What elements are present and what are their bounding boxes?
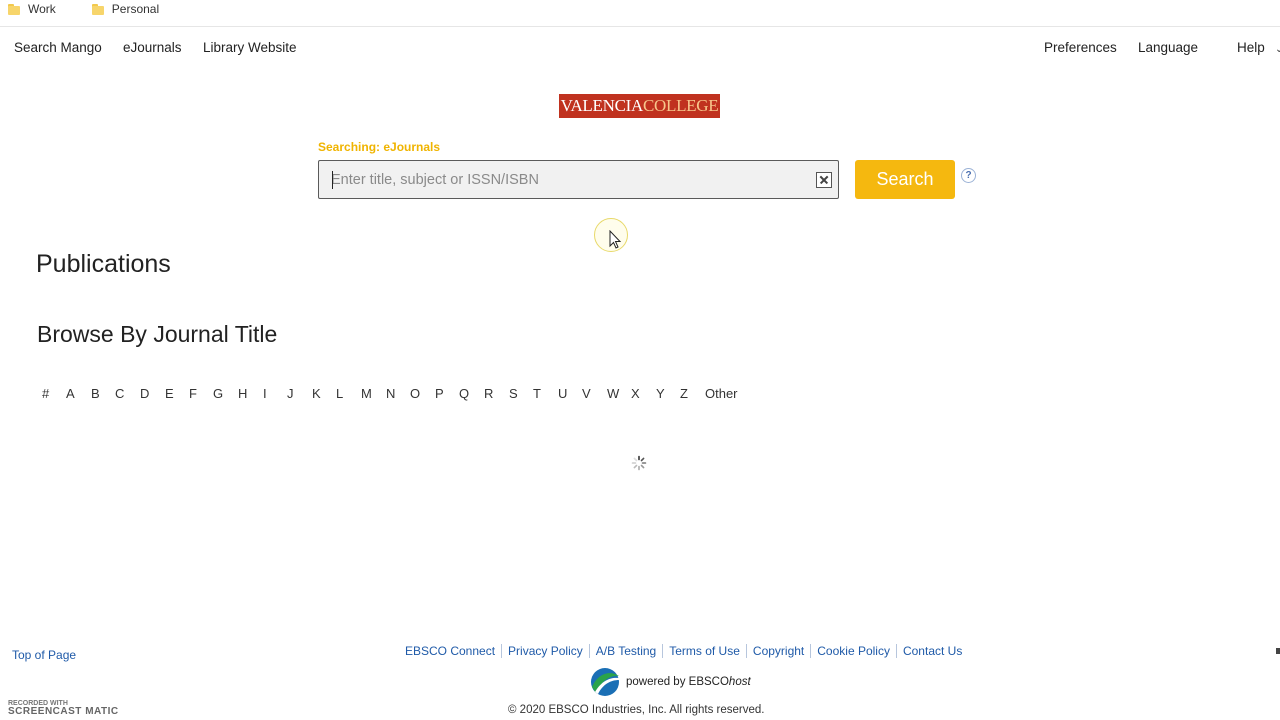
text-caret <box>332 171 333 189</box>
top-nav: Search Mango eJournals Library Website P… <box>0 40 1280 62</box>
powered-by-label: powered by EBSCO <box>626 676 729 688</box>
browse-letter[interactable]: P <box>435 386 444 401</box>
help-icon[interactable]: ? <box>961 168 976 183</box>
browse-letter[interactable]: R <box>484 386 493 401</box>
footer-link-copyright[interactable]: Copyright <box>745 644 810 658</box>
clear-icon[interactable] <box>816 172 832 188</box>
browse-letter[interactable]: U <box>558 386 567 401</box>
browse-letter[interactable]: I <box>263 386 267 401</box>
browse-letter[interactable]: S <box>509 386 518 401</box>
scroll-edge-marker <box>1276 648 1280 654</box>
browse-letter[interactable]: F <box>189 386 197 401</box>
nav-preferences[interactable]: Preferences <box>1044 40 1117 55</box>
bookmark-label: Personal <box>111 2 160 16</box>
browse-letter[interactable]: N <box>386 386 395 401</box>
powered-by-host: host <box>728 676 751 688</box>
logo-text-valencia: VALENCIA <box>560 96 644 115</box>
bookmark-work[interactable]: Work <box>8 2 56 16</box>
top-of-page-link[interactable]: Top of Page <box>12 648 76 662</box>
nav-help[interactable]: Help <box>1237 40 1265 55</box>
footer-link-terms-of-use[interactable]: Terms of Use <box>662 644 746 658</box>
browse-letter[interactable]: O <box>410 386 420 401</box>
footer-link-ebsco-connect[interactable]: EBSCO Connect <box>399 644 501 658</box>
browse-letter[interactable]: B <box>91 386 100 401</box>
browse-letter[interactable]: V <box>582 386 591 401</box>
ebsco-logo-icon[interactable] <box>590 667 620 697</box>
folder-icon <box>91 3 104 15</box>
footer-link-ab-testing[interactable]: A/B Testing <box>588 644 662 658</box>
spinner-icon <box>631 455 647 471</box>
search-box <box>318 160 839 199</box>
browse-letter[interactable]: Y <box>656 386 665 401</box>
footer-link-contact-us[interactable]: Contact Us <box>895 644 968 658</box>
screencast-watermark: RECORDED WITH SCREENCAST MATIC <box>8 700 119 717</box>
watermark-line: SCREENCAST <box>8 706 82 717</box>
logo-text-college: COLLEGE <box>642 96 719 115</box>
browse-letter[interactable]: L <box>336 386 343 401</box>
browse-letter[interactable]: H <box>238 386 247 401</box>
bookmark-label: Work <box>28 2 56 16</box>
bookmarks-bar: Work Personal <box>0 0 1280 18</box>
folder-icon <box>8 3 20 15</box>
browse-letter[interactable]: K <box>312 386 321 401</box>
alphabet-browse: # A B C D E F G H I J K L M N O P Q R S … <box>0 386 800 402</box>
browse-letter[interactable]: Q <box>459 386 469 401</box>
browse-letter[interactable]: # <box>42 386 49 401</box>
footer-links: EBSCO Connect Privacy Policy A/B Testing… <box>399 644 968 658</box>
nav-search-mango[interactable]: Search Mango <box>14 40 102 55</box>
nav-library-website[interactable]: Library Website <box>203 40 297 55</box>
page-title: Publications <box>36 250 171 278</box>
browse-letter[interactable]: W <box>607 386 619 401</box>
mouse-pointer-icon <box>609 230 622 249</box>
browse-letter-other[interactable]: Other <box>705 386 738 401</box>
bookmarks-divider <box>0 26 1280 27</box>
browse-letter[interactable]: T <box>533 386 541 401</box>
watermark-line: MATIC <box>85 706 119 717</box>
browse-letter[interactable]: M <box>361 386 372 401</box>
browse-letter[interactable]: C <box>115 386 124 401</box>
browse-heading: Browse By Journal Title <box>37 321 278 347</box>
nav-ejournals[interactable]: eJournals <box>123 40 182 55</box>
bookmark-personal[interactable]: Personal <box>91 2 160 16</box>
footer-link-privacy-policy[interactable]: Privacy Policy <box>501 644 589 658</box>
browse-letter[interactable]: D <box>140 386 149 401</box>
browse-letter[interactable]: X <box>631 386 640 401</box>
chevron-down-icon[interactable]: ⌄ <box>1275 44 1280 55</box>
browse-letter[interactable]: Z <box>680 386 688 401</box>
footer-link-cookie-policy[interactable]: Cookie Policy <box>810 644 896 658</box>
search-button[interactable]: Search <box>855 160 955 199</box>
powered-by: powered by EBSCOhost <box>590 667 751 697</box>
valencia-college-logo[interactable]: VALENCIA COLLEGE <box>559 94 720 118</box>
searching-label: Searching: eJournals <box>318 140 441 154</box>
nav-language[interactable]: Language <box>1138 40 1198 55</box>
search-input[interactable] <box>331 161 811 198</box>
copyright-text: © 2020 EBSCO Industries, Inc. All rights… <box>508 704 765 716</box>
browse-letter[interactable]: E <box>165 386 174 401</box>
browse-letter[interactable]: J <box>287 386 294 401</box>
browse-letter[interactable]: G <box>213 386 223 401</box>
browse-letter[interactable]: A <box>66 386 75 401</box>
powered-by-text: powered by EBSCOhost <box>626 676 751 688</box>
